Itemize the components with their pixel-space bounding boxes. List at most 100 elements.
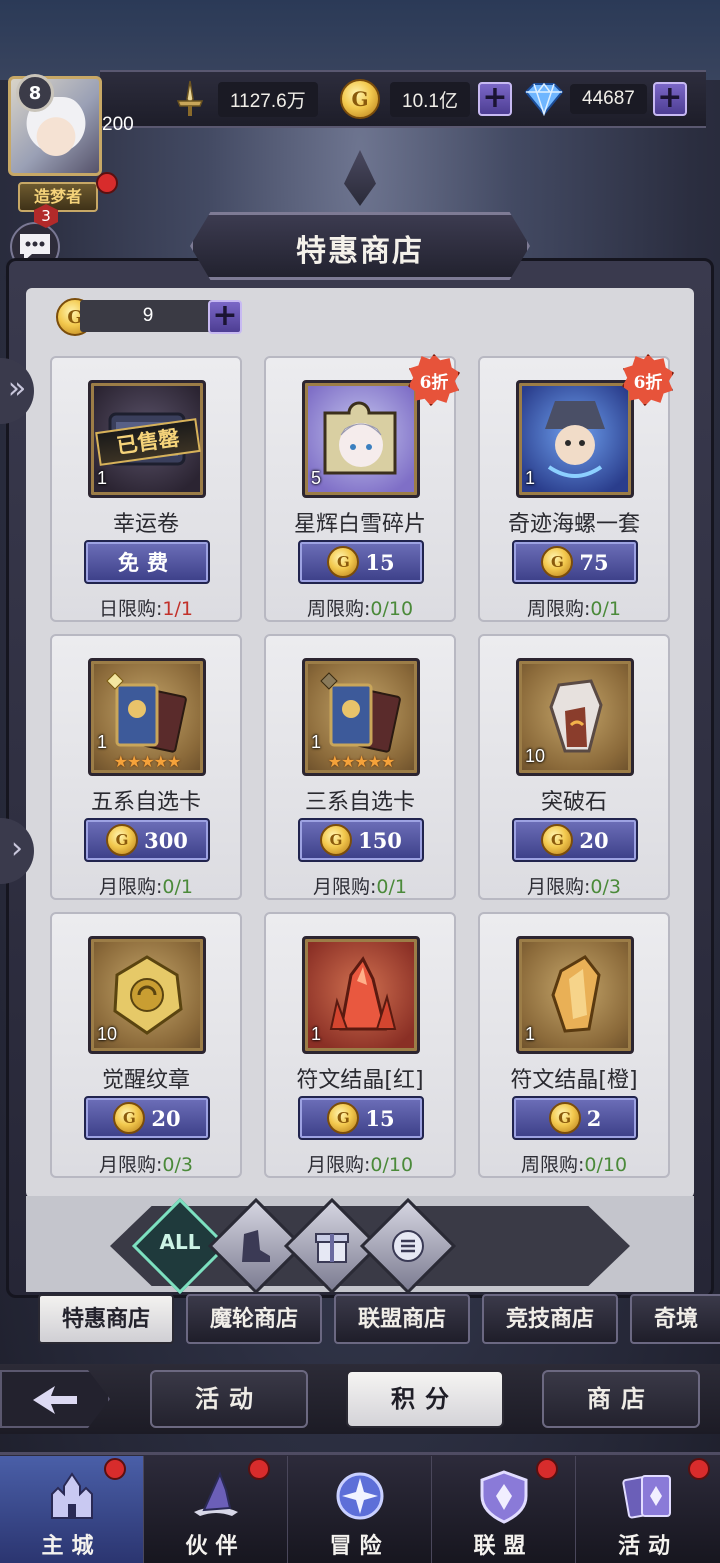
buy-button[interactable]: 免费 [84, 540, 210, 584]
price-label: 2 [586, 1105, 602, 1131]
item-icon-frame: 1 [516, 936, 634, 1054]
nav-label: 冒险 [329, 1533, 390, 1559]
subnav-activity[interactable]: 活动 [150, 1370, 308, 1428]
tab-special-shop[interactable]: 特惠商店 [38, 1294, 174, 1344]
nav-label: 联盟 [473, 1533, 534, 1559]
gold-coin-icon: G [340, 79, 380, 119]
limit-count: 0/10 [584, 1154, 628, 1176]
add-token-button[interactable]: + [208, 300, 242, 334]
sword-icon [176, 80, 204, 116]
buy-button[interactable]: G 20 [84, 1096, 210, 1140]
shop-token-count: 9 [80, 300, 216, 332]
purchase-limit: 月限购:0/1 [266, 872, 454, 899]
limit-count: 0/3 [162, 1154, 193, 1176]
buy-button[interactable]: G 20 [512, 818, 638, 862]
shield-icon [480, 1470, 528, 1524]
item-name: 星辉白雪碎片 [293, 512, 426, 537]
item-name: 符文结晶[橙] [510, 1068, 638, 1093]
price-label: 20 [151, 1105, 181, 1131]
coin-icon: G [541, 546, 574, 578]
sky [0, 0, 720, 80]
shop-item-card[interactable]: 1 符文结晶[红] G 15 月限购:0/10 [264, 912, 456, 1178]
shop-title: 特惠商店 [296, 234, 424, 269]
coin-icon: G [327, 1102, 360, 1134]
nav-label: 主城 [41, 1533, 102, 1559]
item-name: 觉醒纹章 [101, 1068, 190, 1093]
gift-box-icon [315, 1233, 349, 1263]
orange-crystal-icon [519, 939, 631, 1051]
tab-wheel-shop[interactable]: 魔轮商店 [186, 1294, 322, 1344]
shop-item-card[interactable]: ★★★★★ 1 三系自选卡 G 150 月限购:0/1 [264, 634, 456, 900]
castle-icon [51, 1472, 93, 1519]
purchase-limit: 日限购:1/1 [52, 594, 240, 621]
price-label: 15 [365, 1105, 395, 1131]
shop-item-card[interactable]: 1 6折 奇迹海螺一套 G 75 周限购:0/1 [478, 354, 674, 622]
price-label: 150 [358, 827, 402, 853]
player-power: 200 [102, 114, 134, 135]
shop-item-card[interactable]: ★★★★★ 1 五系自选卡 G 300 月限购:0/1 [50, 634, 242, 900]
item-quantity: 1 [97, 732, 108, 752]
coin-icon: G [113, 1102, 146, 1134]
limit-count: 0/3 [590, 876, 621, 898]
item-icon-frame: ★★★★★ 1 [302, 658, 420, 776]
item-quantity: 1 [311, 732, 322, 752]
puzzle-shard-icon [305, 383, 417, 495]
star-rating: ★★★★★ [113, 752, 182, 771]
tab-alliance-shop[interactable]: 联盟商店 [334, 1294, 470, 1344]
back-button[interactable] [0, 1370, 110, 1428]
buy-button[interactable]: G 15 [298, 1096, 424, 1140]
nav-adventure[interactable]: 冒险 [288, 1456, 432, 1563]
buy-button[interactable]: G 2 [512, 1096, 638, 1140]
item-name: 奇迹海螺一套 [507, 512, 640, 537]
boot-icon [242, 1230, 270, 1262]
shop-item-card[interactable]: 已售罄 1 幸运卷 免费 日限购:1/1 [50, 356, 242, 622]
gold-resource: G 10.1亿 + [340, 78, 512, 120]
purchase-limit: 周限购:0/10 [480, 1150, 668, 1177]
notification-dot [96, 172, 118, 194]
shop-item-card[interactable]: 1 符文结晶[橙] G 2 周限购:0/10 [478, 912, 670, 1178]
limit-count: 0/10 [370, 1154, 414, 1176]
buy-button[interactable]: G 75 [512, 540, 638, 584]
notification-dot [248, 1458, 270, 1480]
shop-item-card[interactable]: 10 觉醒纹章 G 20 月限购:0/3 [50, 912, 242, 1178]
buy-button[interactable]: G 15 [298, 540, 424, 584]
diamond-icon [524, 82, 564, 116]
purchase-limit: 月限购:0/3 [480, 872, 668, 899]
item-name: 幸运卷 [112, 512, 179, 537]
limit-label: 月限购: [99, 876, 163, 898]
purchase-limit: 月限购:0/10 [266, 1150, 454, 1177]
item-quantity: 10 [525, 746, 546, 766]
back-arrow-icon [33, 1386, 77, 1414]
item-quantity: 5 [311, 468, 322, 488]
buy-button[interactable]: G 150 [298, 818, 424, 862]
shop-item-card[interactable]: 10 突破石 G 20 月限购:0/3 [478, 634, 670, 900]
limit-label: 日限购: [99, 598, 163, 620]
filter-all-label: ALL [159, 1230, 201, 1254]
item-icon-frame: 1 [302, 936, 420, 1054]
purchase-limit: 周限购:0/10 [266, 594, 454, 621]
item-icon-frame: 5 [302, 380, 420, 498]
discount-badge: 6折 [408, 354, 460, 406]
price-label: 15 [365, 549, 395, 575]
subnav-points[interactable]: 积分 [346, 1370, 504, 1428]
menu-circle-icon [392, 1230, 424, 1262]
purchase-limit: 周限购:0/1 [480, 594, 668, 621]
coin-icon: G [320, 824, 353, 856]
tab-wonderland-shop[interactable]: 奇境 [630, 1294, 720, 1344]
add-gold-button[interactable]: + [477, 82, 512, 116]
limit-label: 月限购: [99, 1154, 163, 1176]
item-icon-frame: 1 [516, 380, 634, 498]
purchase-limit: 月限购:0/3 [52, 1150, 240, 1177]
limit-count: 0/1 [162, 876, 193, 898]
coin-icon: G [541, 824, 574, 856]
item-name: 突破石 [540, 790, 607, 815]
tab-arena-shop[interactable]: 竞技商店 [482, 1294, 618, 1344]
shop-item-card[interactable]: 5 6折 星辉白雪碎片 G 15 周限购:0/10 [264, 354, 460, 622]
buy-button[interactable]: G 300 [84, 818, 210, 862]
discount-badge: 6折 [622, 354, 674, 406]
price-label: 免费 [118, 550, 176, 575]
add-gem-button[interactable]: + [652, 82, 687, 116]
player-title-badge[interactable]: 造梦者 [18, 182, 98, 212]
subnav-shop[interactable]: 商店 [542, 1370, 700, 1428]
witch-hat-icon [194, 1471, 238, 1516]
